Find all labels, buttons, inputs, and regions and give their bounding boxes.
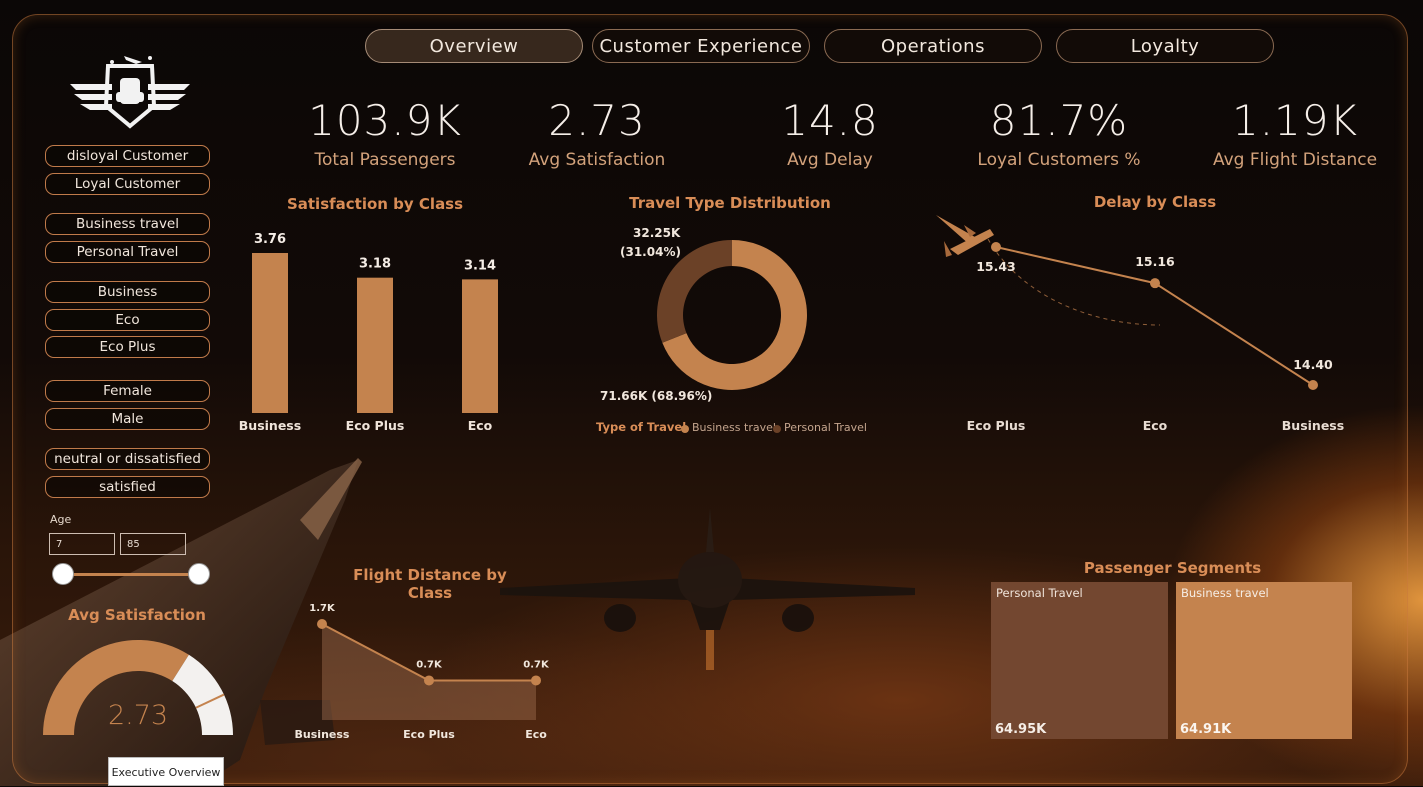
bar-category-label: Eco <box>468 418 493 433</box>
flight-distance-chart[interactable]: 1.7K Business 0.7K Eco Plus 0.7K Eco <box>290 590 560 750</box>
kpi-avg-flight-distance-label: Avg Flight Distance <box>1212 150 1378 170</box>
bar-category-label: Eco Plus <box>346 418 405 433</box>
legend-dot-business <box>681 425 689 433</box>
treemap-personal-label: Personal Travel <box>996 586 1083 600</box>
gauge-value: 2.73 <box>107 700 169 731</box>
delay-category-label: Business <box>1282 418 1344 433</box>
distance-value-label: 0.7K <box>523 659 550 670</box>
delay-by-class-chart[interactable]: 15.43 Eco Plus 15.16 Eco 14.40 Business <box>950 215 1390 455</box>
bar-value-label: 3.18 <box>359 257 391 272</box>
satisfaction-by-class-title: Satisfaction by Class <box>286 195 464 213</box>
filter-loyal-customer[interactable]: Loyal Customer <box>45 173 210 195</box>
delay-value-label: 14.40 <box>1293 357 1333 372</box>
kpi-avg-satisfaction-label: Avg Satisfaction <box>528 150 666 170</box>
bar-value-label: 3.14 <box>464 258 496 273</box>
filter-female[interactable]: Female <box>45 380 210 402</box>
donut-legend-title: Type of Travel <box>596 420 687 434</box>
legend-personal-travel[interactable]: Personal Travel <box>784 421 867 434</box>
delay-point <box>991 242 1001 252</box>
kpi-avg-delay-label: Avg Delay <box>787 150 873 170</box>
kpi-loyal-customers-label: Loyal Customers % <box>977 150 1141 170</box>
bar-value-label: 3.76 <box>254 232 286 247</box>
tab-loyalty[interactable]: Loyalty <box>1056 29 1274 63</box>
gauge-title: Avg Satisfaction <box>68 606 206 624</box>
travel-type-title: Travel Type Distribution <box>629 194 831 212</box>
age-label: Age <box>50 513 72 526</box>
delay-value-label: 15.43 <box>976 259 1016 274</box>
donut-label-personal-pct: (31.04%) <box>620 245 681 259</box>
legend-dot-personal <box>773 425 781 433</box>
treemap-business-travel[interactable]: Business travel 64.91K <box>1176 582 1352 739</box>
filter-male[interactable]: Male <box>45 408 210 430</box>
airline-logo-icon <box>70 56 190 129</box>
distance-area <box>322 624 536 720</box>
satisfaction-by-class-chart[interactable]: 3.76 Business 3.18 Eco Plus 3.14 Eco <box>230 220 510 460</box>
bar-eco-plus <box>357 277 393 413</box>
donut-label-business: 71.66K (68.96%) <box>600 389 712 403</box>
distance-category-label: Business <box>295 728 350 741</box>
tab-operations[interactable]: Operations <box>824 29 1042 63</box>
age-slider-track <box>63 573 199 576</box>
kpi-total-passengers-label: Total Passengers <box>314 150 456 170</box>
filter-class-business[interactable]: Business <box>45 281 210 303</box>
filter-class-eco-plus[interactable]: Eco Plus <box>45 336 210 358</box>
delay-point <box>1308 380 1318 390</box>
delay-by-class-title: Delay by Class <box>1093 193 1217 211</box>
filter-class-eco[interactable]: Eco <box>45 309 210 331</box>
bar-business <box>252 253 288 413</box>
delay-category-label: Eco <box>1143 418 1168 433</box>
kpi-avg-satisfaction-value: 2.73 <box>548 96 646 145</box>
tab-overview[interactable]: Overview <box>365 29 583 63</box>
distance-point <box>531 675 541 686</box>
travel-type-donut-chart[interactable]: 71.66K (68.96%) 32.25K (31.04%) <box>590 220 890 450</box>
legend-business-travel[interactable]: Business travel <box>692 421 776 434</box>
treemap-business-value: 64.91K <box>1180 722 1232 737</box>
bar-eco <box>462 279 498 413</box>
treemap-personal-travel[interactable]: Personal Travel 64.95K <box>991 582 1168 739</box>
kpi-loyal-customers-value: 81.7% <box>989 96 1129 145</box>
delay-value-label: 15.16 <box>1135 254 1175 269</box>
delay-category-label: Eco Plus <box>967 418 1026 433</box>
age-max-input[interactable]: 85 <box>120 533 186 555</box>
distance-category-label: Eco Plus <box>403 728 455 741</box>
kpi-avg-delay-value: 14.8 <box>781 96 879 145</box>
distance-value-label: 0.7K <box>416 659 443 670</box>
treemap-personal-value: 64.95K <box>995 722 1047 737</box>
age-min-input[interactable]: 7 <box>49 533 115 555</box>
filter-satisfied[interactable]: satisfied <box>45 476 210 498</box>
donut-label-personal-value: 32.25K <box>633 226 681 240</box>
distance-value-label: 1.7K <box>309 603 336 614</box>
passenger-segments-title: Passenger Segments <box>1083 559 1262 577</box>
page-tooltip: Executive Overview <box>108 757 224 786</box>
bar-category-label: Business <box>239 418 301 433</box>
kpi-avg-flight-distance-value: 1.19K <box>1231 96 1359 145</box>
delay-point <box>1150 278 1160 289</box>
age-slider-min-handle[interactable] <box>52 563 74 585</box>
distance-point <box>424 675 434 686</box>
distance-category-label: Eco <box>525 728 547 741</box>
kpi-total-passengers-value: 103.9K <box>308 96 462 145</box>
filter-disloyal-customer[interactable]: disloyal Customer <box>45 145 210 167</box>
tab-customer-experience[interactable]: Customer Experience <box>592 29 810 63</box>
filter-personal-travel[interactable]: Personal Travel <box>45 241 210 263</box>
treemap-business-label: Business travel <box>1181 586 1269 600</box>
filter-neutral-dissatisfied[interactable]: neutral or dissatisfied <box>45 448 210 470</box>
age-slider-max-handle[interactable] <box>188 563 210 585</box>
avg-satisfaction-gauge[interactable] <box>38 638 238 748</box>
filter-business-travel[interactable]: Business travel <box>45 213 210 235</box>
distance-point <box>317 619 327 629</box>
